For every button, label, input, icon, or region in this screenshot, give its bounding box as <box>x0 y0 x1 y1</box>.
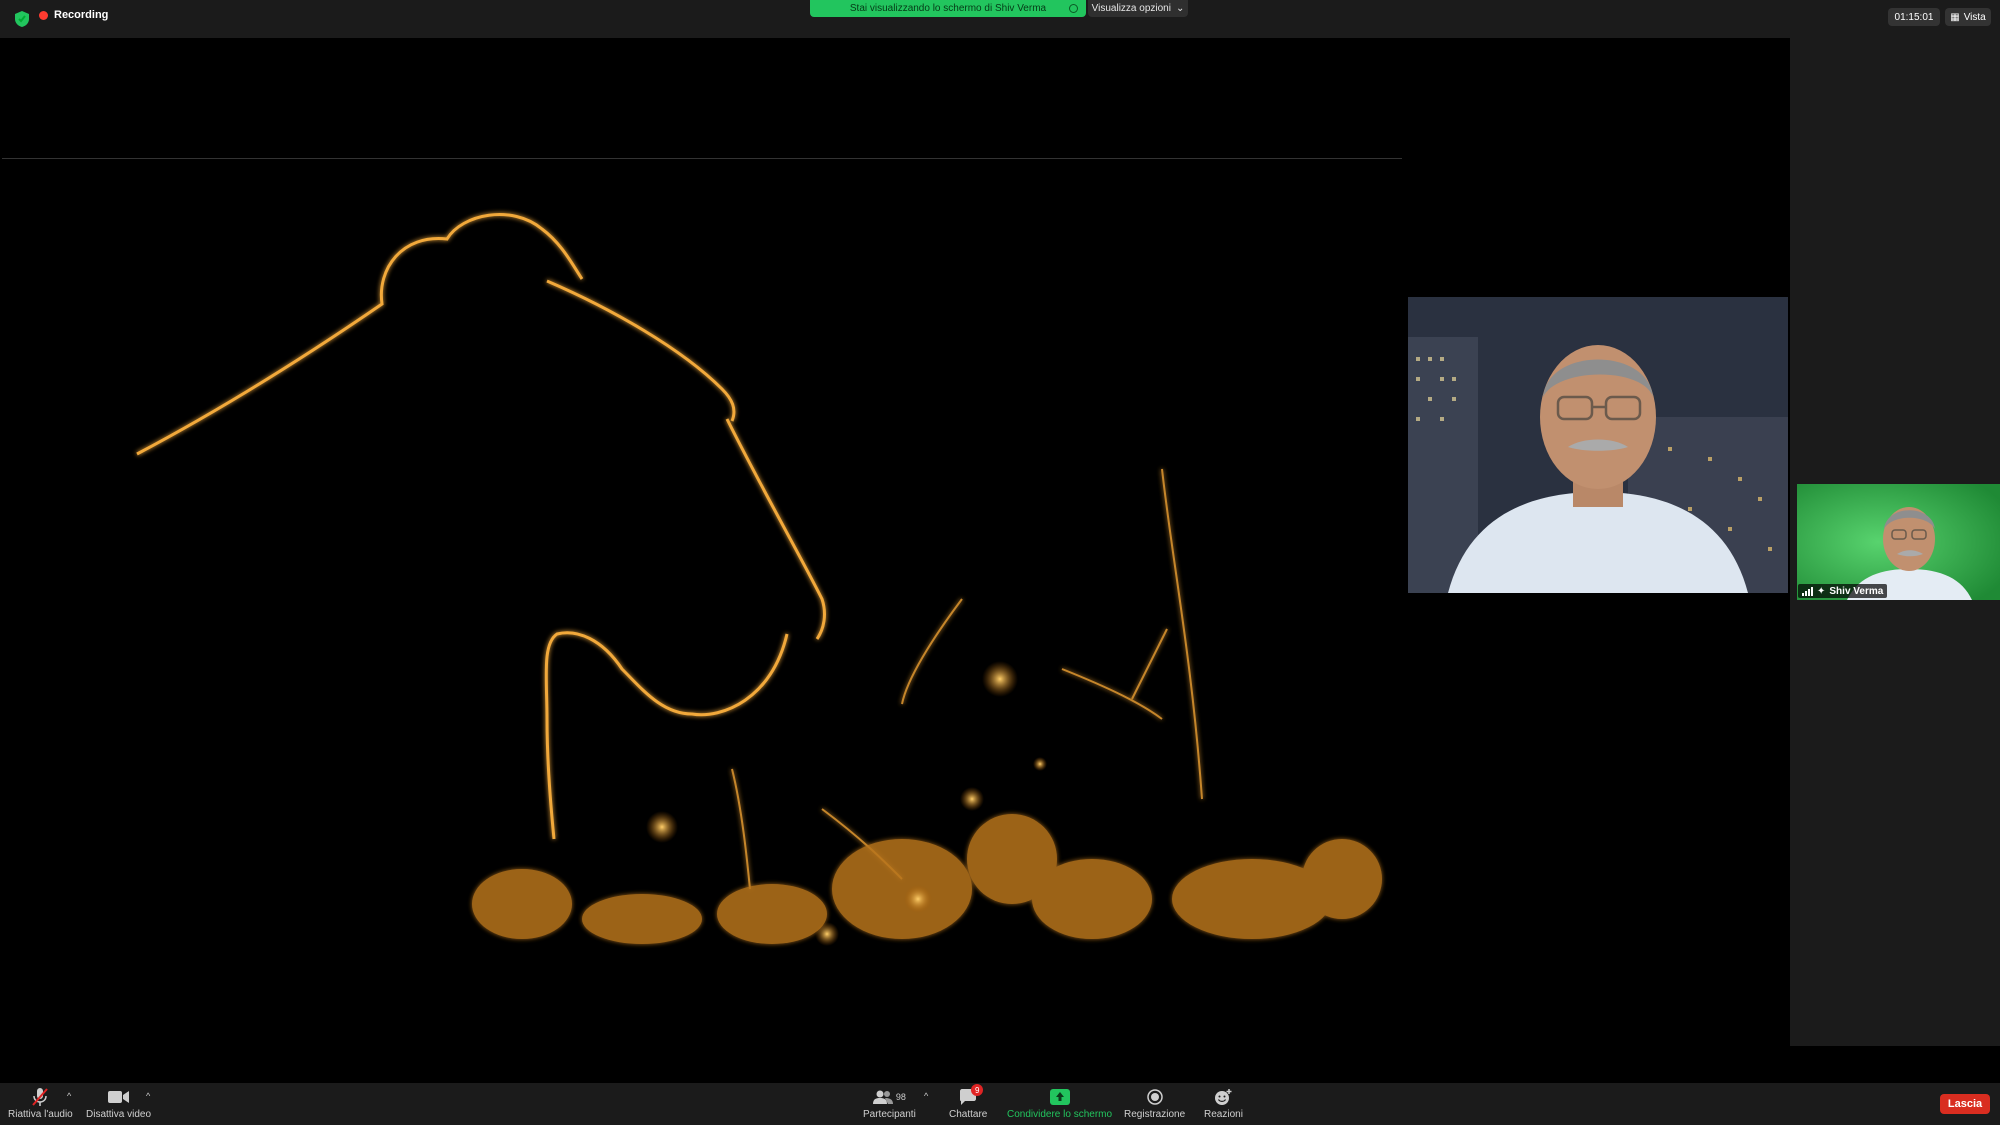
audio-options-caret-icon[interactable]: ^ <box>67 1091 71 1101</box>
video-camera-icon <box>107 1091 129 1103</box>
leave-meeting-button[interactable]: Lascia <box>1940 1094 1990 1114</box>
participants-options-caret-icon[interactable]: ^ <box>924 1091 928 1101</box>
shared-slide-image <box>2 158 1402 949</box>
timer-text: 01:15:01 <box>1894 11 1934 23</box>
signal-strength-icon <box>1802 586 1813 596</box>
view-button[interactable]: ▦ Vista <box>1945 8 1991 26</box>
meeting-timer: 01:15:01 <box>1888 8 1940 26</box>
chat-unread-badge: 9 <box>971 1084 984 1096</box>
recording-label: Recording <box>54 9 109 21</box>
shared-screen-area <box>0 38 1790 1046</box>
participant-video-feed <box>1797 484 2000 600</box>
participant-name: Shiv Verma <box>1829 585 1884 597</box>
share-label: Condividere lo schermo <box>1007 1109 1113 1120</box>
meeting-top-bar: Recording Stai visualizzando lo schermo … <box>0 0 2000 38</box>
audio-label: Riattiva l'audio <box>8 1109 73 1120</box>
share-status-icon <box>1069 4 1078 13</box>
video-options-caret-icon[interactable]: ^ <box>146 1091 150 1101</box>
record-label: Registrazione <box>1124 1109 1186 1120</box>
chat-label: Chattare <box>949 1109 988 1120</box>
record-button[interactable]: Registrazione <box>1124 1087 1185 1120</box>
participants-label: Partecipanti <box>863 1109 916 1120</box>
participants-count: 98 <box>895 1092 906 1102</box>
participant-name-tag: ✦ Shiv Verma <box>1798 584 1888 598</box>
unmute-audio-button[interactable]: Riattiva l'audio <box>8 1087 73 1120</box>
reactions-button[interactable]: Reazioni <box>1204 1087 1243 1120</box>
view-grid-icon: ▦ <box>1950 11 1960 23</box>
reactions-smiley-icon <box>1215 1089 1232 1105</box>
stop-video-button[interactable]: Disattiva video <box>86 1087 151 1120</box>
view-label: Vista <box>1963 11 1986 23</box>
view-options-label: Visualizza opzioni <box>1091 3 1171 14</box>
recording-indicator[interactable]: Recording <box>39 9 108 21</box>
share-banner-text: Stai visualizzando lo schermo di Shiv Ve… <box>849 3 1047 14</box>
reactions-label: Reazioni <box>1204 1109 1243 1120</box>
leave-label: Lascia <box>1947 1098 1983 1110</box>
security-shield-icon[interactable] <box>14 10 30 28</box>
participants-button[interactable]: 98 Partecipanti <box>863 1087 916 1120</box>
record-icon <box>1146 1089 1163 1105</box>
lioness-silhouette-image <box>2 159 1402 949</box>
chat-button[interactable]: 9 Chattare <box>949 1084 988 1120</box>
muted-microphone-icon <box>32 1088 49 1106</box>
pin-icon: ✦ <box>1817 585 1826 597</box>
screen-share-banner: Stai visualizzando lo schermo di Shiv Ve… <box>810 0 1086 17</box>
share-screen-icon <box>1049 1089 1070 1105</box>
recording-dot-icon <box>39 10 48 20</box>
share-screen-button[interactable]: Condividere lo schermo <box>1007 1087 1112 1120</box>
active-speaker-video[interactable] <box>1408 297 1788 593</box>
participant-thumbnail[interactable] <box>1797 484 2000 600</box>
view-options-button[interactable]: Visualizza opzioni ⌄ <box>1088 0 1188 17</box>
video-label: Disattiva video <box>86 1109 152 1120</box>
speaker-video-feed <box>1408 297 1788 593</box>
meeting-controls-toolbar: Riattiva l'audio ^ Disattiva video ^ 98 … <box>0 1083 2000 1125</box>
chevron-down-icon: ⌄ <box>1175 3 1185 14</box>
participants-icon <box>872 1090 893 1104</box>
